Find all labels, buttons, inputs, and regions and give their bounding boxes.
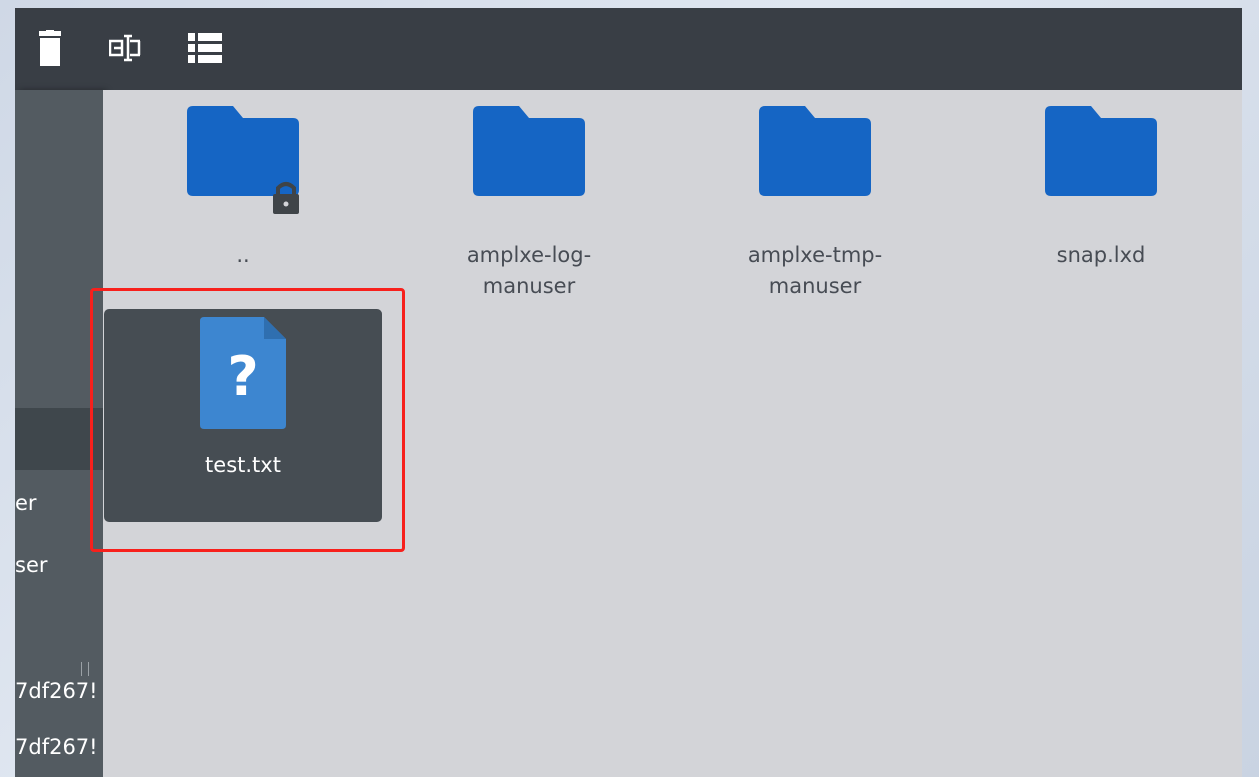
folder-icon xyxy=(473,106,585,196)
sidebar-item-label[interactable]: ser xyxy=(15,553,48,577)
file-name-line2: manuser xyxy=(768,274,862,298)
file-name-line1: amplxe-tmp- xyxy=(747,243,883,267)
file-name-line1: amplxe-log- xyxy=(466,243,592,267)
sidebar-item-label[interactable]: 7df267! xyxy=(15,735,98,759)
folder-item-amplxe-tmp[interactable]: amplxe-tmp- manuser xyxy=(715,90,915,310)
trash-icon xyxy=(39,30,61,66)
highlight-annotation xyxy=(90,288,405,552)
rename-button[interactable] xyxy=(105,28,145,68)
file-name-line2: manuser xyxy=(482,274,576,298)
rename-icon xyxy=(109,34,141,62)
folder-item-parent[interactable]: .. xyxy=(143,90,343,290)
file-manager-window: er ser 7df267! 7df267! .. amplxe-log- ma… xyxy=(15,8,1242,777)
delete-button[interactable] xyxy=(30,28,70,68)
file-grid: .. amplxe-log- manuser amplxe-tmp- manus… xyxy=(90,90,1242,777)
sidebar-item-label[interactable]: 7df267! xyxy=(15,679,98,703)
resize-handle[interactable] xyxy=(81,662,89,676)
folder-item-snap-lxd[interactable]: snap.lxd xyxy=(1001,90,1201,290)
sidebar-item-label[interactable]: er xyxy=(15,491,37,515)
folder-icon xyxy=(1045,106,1157,196)
list-view-button[interactable] xyxy=(185,28,225,68)
toolbar xyxy=(15,8,1242,90)
file-name: snap.lxd xyxy=(1056,243,1146,267)
folder-icon xyxy=(759,106,871,196)
folder-item-amplxe-log[interactable]: amplxe-log- manuser xyxy=(429,90,629,310)
locked-folder-icon xyxy=(187,106,299,214)
file-name: .. xyxy=(236,243,250,267)
list-view-icon xyxy=(188,33,222,63)
